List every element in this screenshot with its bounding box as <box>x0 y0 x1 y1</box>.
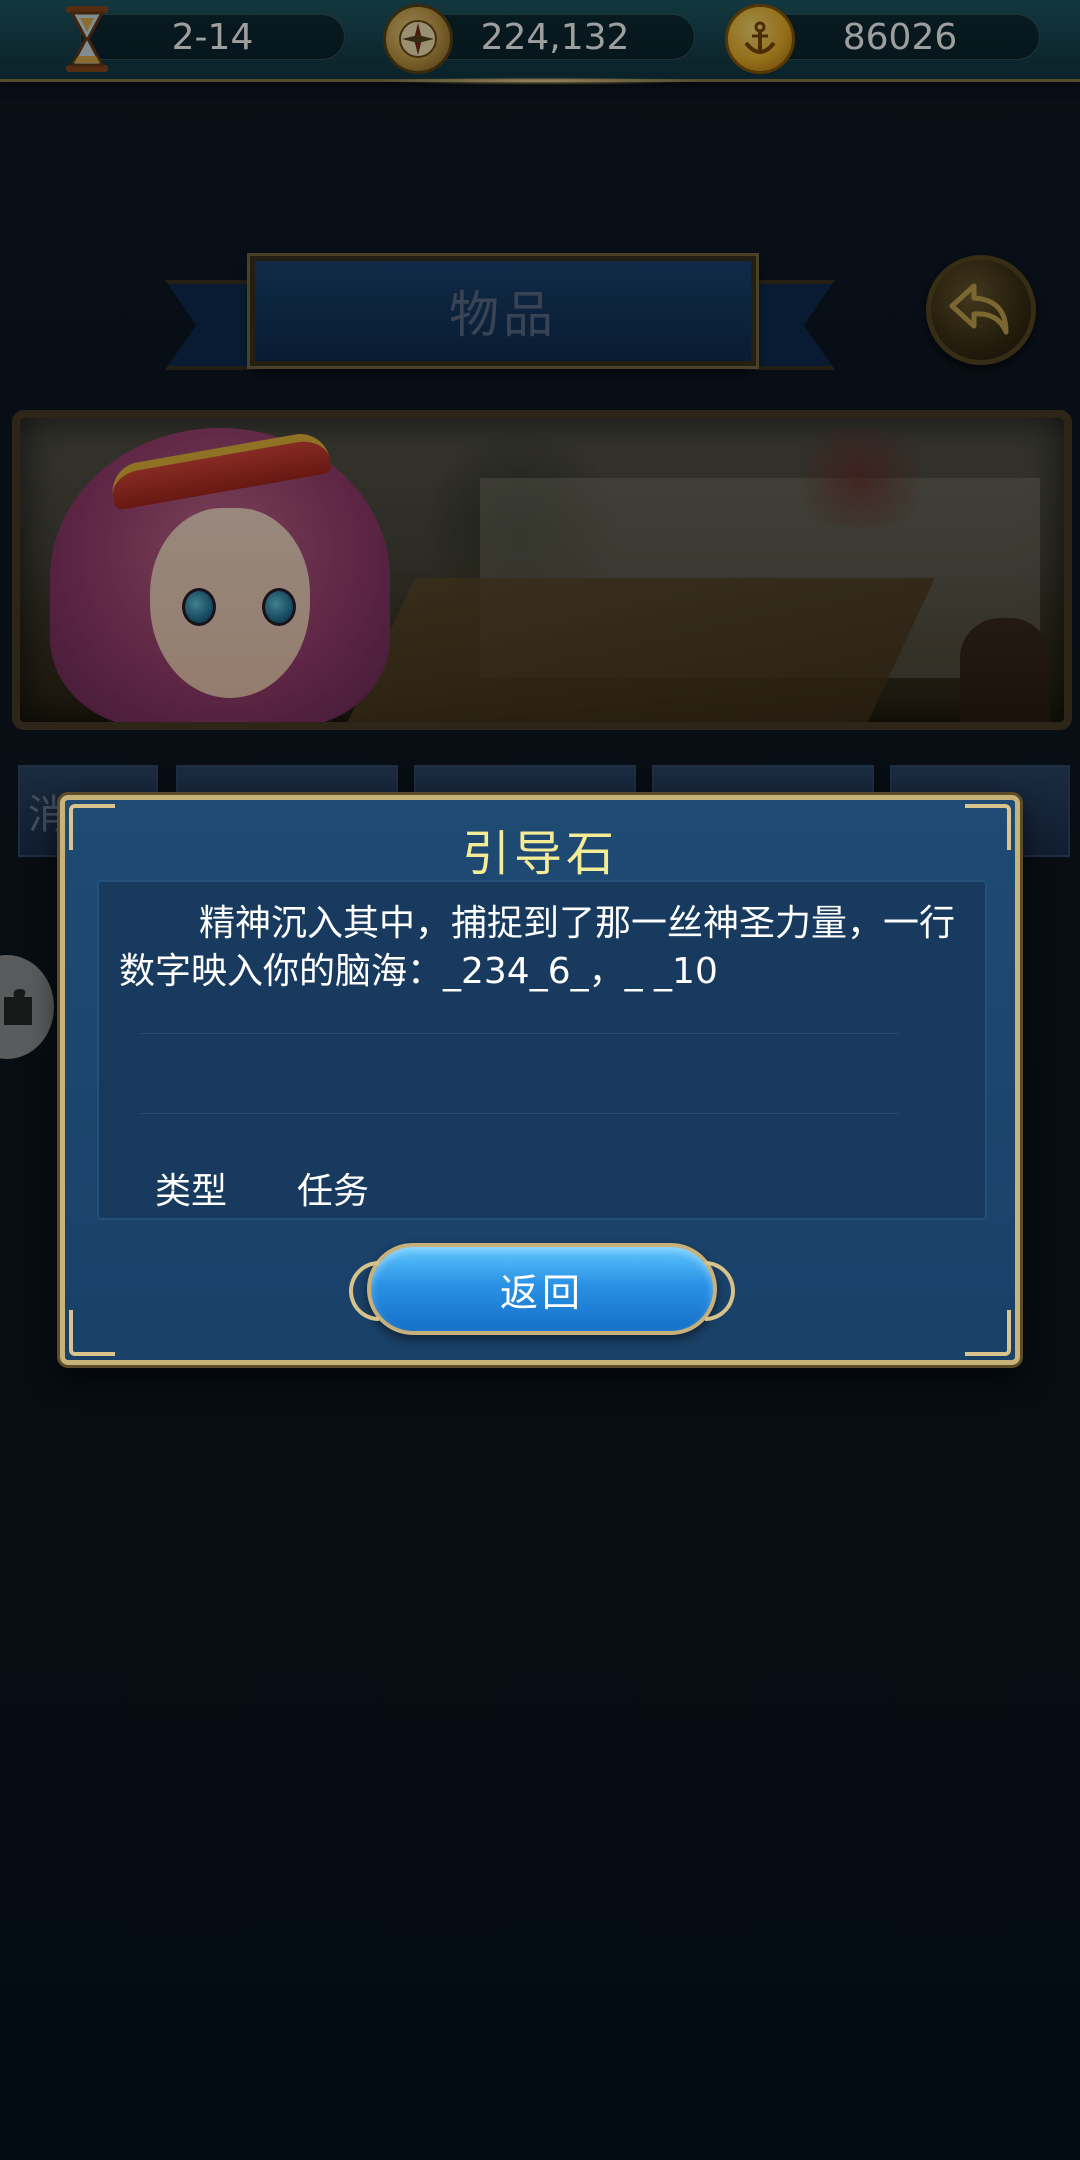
return-button-label: 返回 <box>499 1270 584 1315</box>
item-name: 引导石 <box>461 826 618 882</box>
item-info-panel: 精神沉入其中，捕捉到了那一丝神圣力量，一行数字映入你的脑海：_234_6_，_ … <box>97 880 987 1220</box>
type-label: 类型 <box>155 1171 228 1212</box>
type-value: 任务 <box>297 1171 370 1212</box>
return-button[interactable]: 返回 <box>336 1243 748 1335</box>
ornament-left <box>336 1248 422 1334</box>
ornament-right <box>662 1248 748 1334</box>
item-detail-dialog: 引导石 精神沉入其中，捕捉到了那一丝神圣力量，一行数字映入你的脑海：_234_6… <box>60 795 1020 1365</box>
